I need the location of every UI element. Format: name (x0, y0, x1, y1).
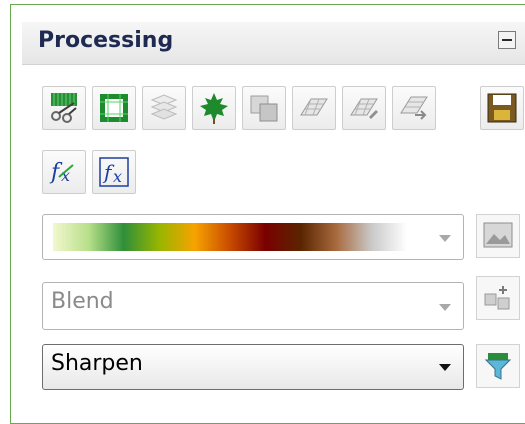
panel-header: Processing (22, 22, 525, 65)
image-icon (483, 222, 513, 248)
add-tile-icon (484, 286, 510, 310)
colormap-gradient (53, 223, 407, 251)
tool-cut[interactable] (42, 86, 86, 130)
filter-value: Sharpen (51, 351, 143, 376)
chevron-down-icon (439, 364, 451, 371)
cut-tool-icon (51, 93, 77, 123)
chevron-down-icon (439, 235, 451, 242)
tool-grid-frame[interactable] (92, 86, 136, 130)
filter-funnel-icon (484, 353, 512, 380)
grid-layer-icon (300, 98, 328, 116)
tool-grid-layer[interactable] (292, 86, 336, 130)
function-icon: f x (49, 160, 74, 185)
filter-select[interactable]: Sharpen (42, 344, 464, 390)
collapse-button[interactable] (498, 31, 516, 49)
save-icon (487, 93, 517, 123)
colormap-select[interactable] (42, 214, 464, 260)
grid-layer-arrow-icon (400, 96, 428, 120)
panel-title: Processing (38, 28, 174, 53)
tool-layers[interactable] (142, 86, 186, 130)
filter-button[interactable] (476, 344, 520, 388)
svg-text:x: x (113, 167, 122, 186)
grid-layer-edit-icon (350, 98, 378, 119)
add-tile-button[interactable] (476, 276, 520, 320)
tool-function[interactable]: f x (42, 150, 86, 194)
chevron-down-icon (439, 304, 451, 311)
image-button[interactable] (476, 214, 520, 258)
tool-save[interactable] (480, 86, 524, 130)
tool-leaf[interactable] (192, 86, 236, 130)
maple-leaf-icon (200, 93, 228, 124)
tool-grid-layer-edit[interactable] (342, 86, 386, 130)
overlapping-squares-icon (250, 95, 278, 122)
grid-frame-icon (100, 94, 128, 122)
layers-icon (150, 94, 178, 120)
tool-function-box[interactable]: f x (92, 150, 136, 194)
blend-value: Blend (51, 289, 114, 314)
function-box-icon: f x (99, 157, 129, 187)
tool-overlap[interactable] (242, 86, 286, 130)
blend-select[interactable]: Blend (42, 282, 464, 330)
tool-grid-layer-arrow[interactable] (392, 86, 436, 130)
